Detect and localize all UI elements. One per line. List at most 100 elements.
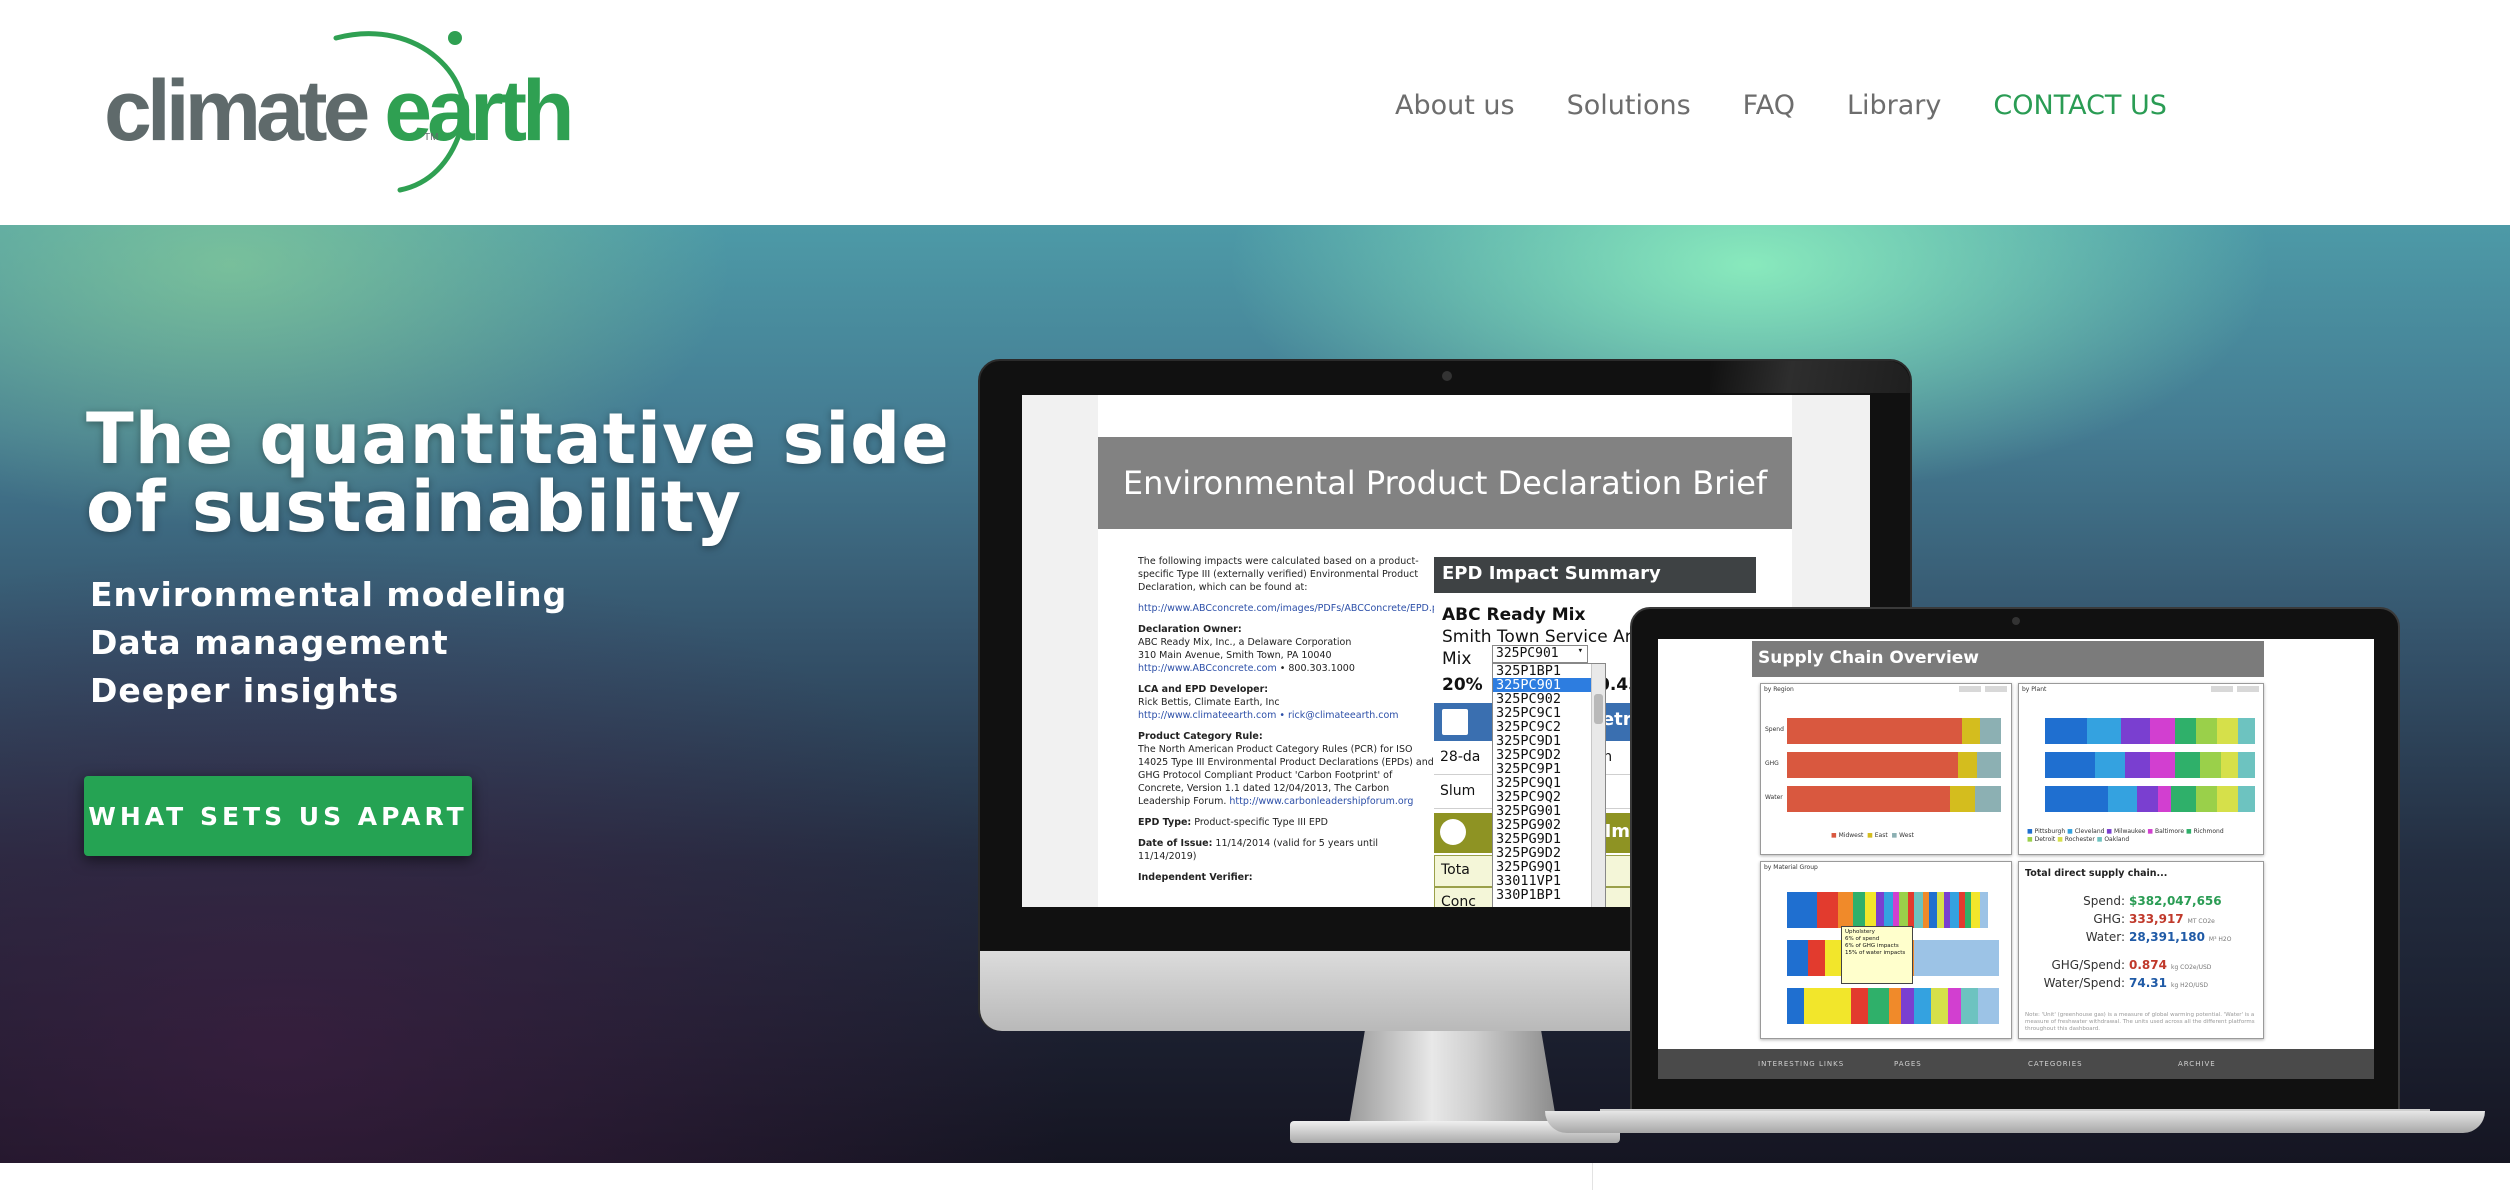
- ylabel-spend: Spend: [1765, 726, 1784, 733]
- mix-option[interactable]: 325PC9Q1: [1493, 776, 1605, 790]
- hero-sub-data-management: Data management: [90, 623, 449, 662]
- epd-margin-left: [1022, 395, 1098, 907]
- total-ghg-spend-value: 0.874 kg CO2e/USD: [2129, 958, 2211, 972]
- total-spend-value: $382,047,656: [2129, 894, 2222, 908]
- monitor-camera-icon: [1442, 371, 1452, 381]
- material-tooltip: Upholstery 6% of spend 6% of GHG impacts…: [1841, 926, 1913, 984]
- mix-option[interactable]: 325PG9D2: [1493, 846, 1605, 860]
- total-spend-key: Spend:: [2083, 894, 2125, 908]
- climate-earth-logo[interactable]: climate earth TM: [100, 22, 575, 197]
- card-tab[interactable]: [2211, 686, 2233, 692]
- nav-contact-us[interactable]: CONTACT US: [1993, 90, 2167, 121]
- total-water-value: 28,391,180 M³ H2O: [2129, 930, 2231, 944]
- epd-lca-link[interactable]: http://www.climateearth.com: [1138, 710, 1276, 721]
- epd-intro-link[interactable]: http://www.ABCconcrete.com/images/PDFs/A…: [1138, 603, 1447, 614]
- mix-option[interactable]: 325PC9C1: [1493, 706, 1605, 720]
- hero-sub-environmental-modeling: Environmental modeling: [90, 575, 568, 614]
- epd-intro: The following impacts were calculated ba…: [1138, 555, 1438, 594]
- hero-title: The quantitative side of sustainability: [86, 404, 986, 548]
- epd-body-text: The following impacts were calculated ba…: [1138, 555, 1447, 892]
- hero-title-line-2: of sustainability: [86, 466, 743, 548]
- epd-type-heading: EPD Type:: [1138, 817, 1192, 828]
- logo-wordmark: climate earth: [104, 68, 575, 154]
- legend-milwaukee: Milwaukee: [2113, 828, 2146, 835]
- mix-option[interactable]: 325PG902: [1493, 818, 1605, 832]
- bar-chart-icon[interactable]: [1442, 709, 1468, 735]
- scrollbar-thumb[interactable]: [1594, 694, 1603, 724]
- nav-faq[interactable]: FAQ: [1743, 90, 1795, 121]
- total-water-spend-unit: kg H2O/USD: [2170, 982, 2209, 989]
- plant-bar-water: [2045, 786, 2255, 812]
- footer-pages[interactable]: PAGES: [1894, 1060, 1922, 1068]
- nav-library[interactable]: Library: [1847, 90, 1941, 121]
- material-bar-spend: [1787, 892, 1999, 928]
- plant-bar-spend: [2045, 718, 2255, 744]
- total-water-number: 28,391,180: [2129, 930, 2205, 944]
- total-ghg-spend-number: 0.874: [2129, 958, 2167, 972]
- plant-bar-ghg: [2045, 752, 2255, 778]
- mix-option[interactable]: 325PG901: [1493, 804, 1605, 818]
- mix-option-selected[interactable]: 325PC901: [1493, 678, 1605, 692]
- mix-select[interactable]: 325PC901 ▾: [1492, 645, 1588, 663]
- mix-option[interactable]: 325PC9D2: [1493, 748, 1605, 762]
- mix-options-list[interactable]: 325P1BP1 325PC901 325PC902 325PC9C1 325P…: [1492, 663, 1606, 907]
- total-water-unit: M³ H2O: [2208, 936, 2232, 943]
- mix-option[interactable]: 33011VP1: [1493, 874, 1605, 888]
- card-by-material-label: by Material Group: [1764, 864, 1818, 871]
- mix-option[interactable]: 325PG9D1: [1493, 832, 1605, 846]
- nav-about-us[interactable]: About us: [1395, 90, 1515, 121]
- mix-option[interactable]: 325P1BP1: [1493, 664, 1605, 678]
- mix-option[interactable]: 325PC9P1: [1493, 762, 1605, 776]
- mix-option[interactable]: 325PC9D1: [1493, 734, 1605, 748]
- plant-legend: ■ Pittsburgh ■ Cleveland ■ Milwaukee ■ B…: [2027, 828, 2224, 843]
- region-bar-ghg: [1787, 752, 2001, 778]
- supply-chain-title: Supply Chain Overview: [1752, 641, 2264, 677]
- monitor-gloss: [1710, 361, 1910, 393]
- what-sets-us-apart-button[interactable]: WHAT SETS US APART: [84, 776, 472, 856]
- epd-mix-label: Mix: [1442, 649, 1472, 669]
- mix-option[interactable]: 325PC9C2: [1493, 720, 1605, 734]
- ylabel-water: Water: [1765, 794, 1783, 801]
- epd-owner-link[interactable]: http://www.ABCconcrete.com: [1138, 663, 1277, 674]
- footer-interesting-links[interactable]: INTERESTING LINKS: [1758, 1060, 1844, 1068]
- epd-verifier-heading: Independent Verifier:: [1138, 872, 1253, 883]
- laptop: Supply Chain Overview by Region Spend GH…: [1630, 607, 2400, 1113]
- tooltip-ghg: 6% of GHG impacts: [1845, 943, 1899, 949]
- epd-percent: 20%: [1442, 675, 1483, 695]
- card-tab[interactable]: [1959, 686, 1981, 692]
- laptop-base: [1545, 1111, 2485, 1133]
- card-by-region-label: by Region: [1764, 686, 1794, 693]
- region-legend: ■ Midwest ■ East ■ West: [1831, 832, 1914, 839]
- mix-option[interactable]: 325PC902: [1493, 692, 1605, 706]
- material-bar-water: [1787, 988, 1999, 1024]
- card-tab[interactable]: [1985, 686, 2007, 692]
- legend-east: East: [1874, 832, 1888, 839]
- tooltip-water: 15% of water impacts: [1845, 950, 1906, 956]
- below-hero-strip: [0, 1163, 2510, 1190]
- footer-categories[interactable]: CATEGORIES: [2028, 1060, 2083, 1068]
- card-tab[interactable]: [2237, 686, 2259, 692]
- mix-option[interactable]: 325PC9Q2: [1493, 790, 1605, 804]
- legend-pittsburgh: Pittsburgh: [2034, 828, 2066, 835]
- mix-option[interactable]: 330P1BP1: [1493, 888, 1605, 902]
- region-bar-water: [1787, 786, 2001, 812]
- page: climate earth TM About us Solutions FAQ …: [0, 0, 2510, 1190]
- total-water-key: Water:: [2085, 930, 2125, 944]
- mix-options-scrollbar[interactable]: [1591, 664, 1605, 907]
- footer-archive[interactable]: ARCHIVE: [2178, 1060, 2216, 1068]
- total-ghg-spend-unit: kg CO2e/USD: [2170, 964, 2212, 971]
- mix-select-value: 325PC901: [1496, 646, 1559, 661]
- epd-pcr-link[interactable]: http://www.carbonleadershipforum.org: [1229, 796, 1413, 807]
- nav-solutions[interactable]: Solutions: [1567, 90, 1691, 121]
- region-bar-spend: [1787, 718, 2001, 744]
- legend-rochester: Rochester: [2064, 836, 2095, 843]
- card-by-region: by Region Spend GHG Water ■ Midwest ■ Ea…: [1760, 683, 2012, 855]
- mix-option[interactable]: 325PG9Q1: [1493, 860, 1605, 874]
- card-by-plant: by Plant ■ Pittsburgh ■ Cleveland ■ Milw…: [2018, 683, 2264, 855]
- hero-sub-deeper-insights: Deeper insights: [90, 671, 400, 710]
- totals-title: Total direct supply chain...: [2025, 868, 2168, 879]
- epd-impact-summary-title: EPD Impact Summary: [1434, 557, 1756, 593]
- epd-lca-email[interactable]: • rick@climateearth.com: [1276, 710, 1398, 721]
- epd-total-label: Tota: [1441, 862, 1470, 878]
- supply-chain-screenshot: Supply Chain Overview by Region Spend GH…: [1658, 639, 2374, 1079]
